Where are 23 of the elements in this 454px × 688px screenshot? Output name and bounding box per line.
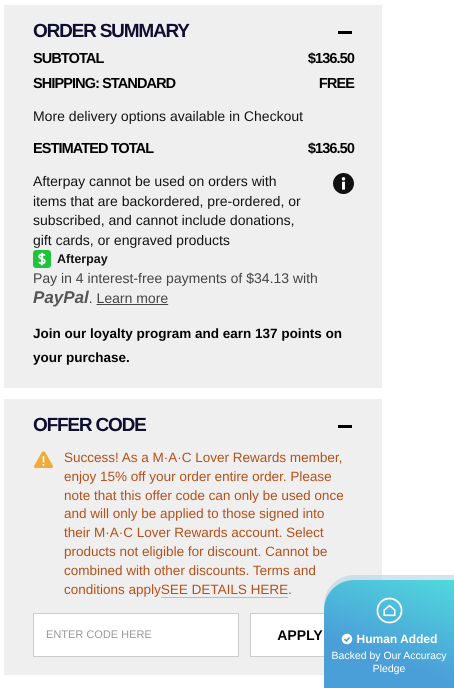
code-input-field[interactable]: ENTER CODE HERE (33, 613, 239, 658)
delivery-note: More delivery options available in Checkout (33, 107, 304, 126)
row-value: $136.50 (308, 50, 354, 69)
total-value: $136.50 (308, 140, 354, 159)
learn-more-link[interactable]: Learn more (96, 290, 168, 306)
row-value: FREE (318, 75, 354, 94)
loyalty-text: Join our loyalty program and earn 137 points on your purchase. (33, 325, 344, 367)
warning-icon (33, 450, 54, 469)
see-details-link[interactable]: SEE DETAILS HERE (160, 582, 288, 598)
afterpay-label: Afterpay (57, 252, 108, 266)
info-icon[interactable] (333, 173, 354, 194)
total-label: ESTIMATED TOTAL (33, 140, 154, 159)
row-label: SUBTOTAL (33, 50, 104, 69)
check-icon (340, 633, 353, 645)
afterpay-notice: Afterpay cannot be used on orders with items that are backordered, pre-ordered, or subscribed, and cannot include donations, gift cards, or engraved products (33, 172, 302, 250)
dollar-sign-icon (33, 250, 51, 268)
section-title: OFFER CODE (33, 415, 146, 437)
badge-title: Human Added (356, 632, 438, 646)
paypal-text: Pay in 4 interest-free payments of $34.13 with PayPal. Learn more (33, 269, 319, 308)
section-title: ORDER SUMMARY (33, 21, 189, 43)
row-label: SHIPPING: STANDARD (33, 75, 176, 94)
offer-message: Success! As a M·A·C Lover Rewards member, enjoy 15% off your order entire order. Please note that this offer code can only be used once and will only be applied to those signed into their M·A·C Lover Rewards account. Select products not eligible for discount. Cannot be combined with other discounts. Terms and conditions applySEE DETAILS HERE. (64, 449, 345, 600)
home-icon (376, 597, 402, 624)
